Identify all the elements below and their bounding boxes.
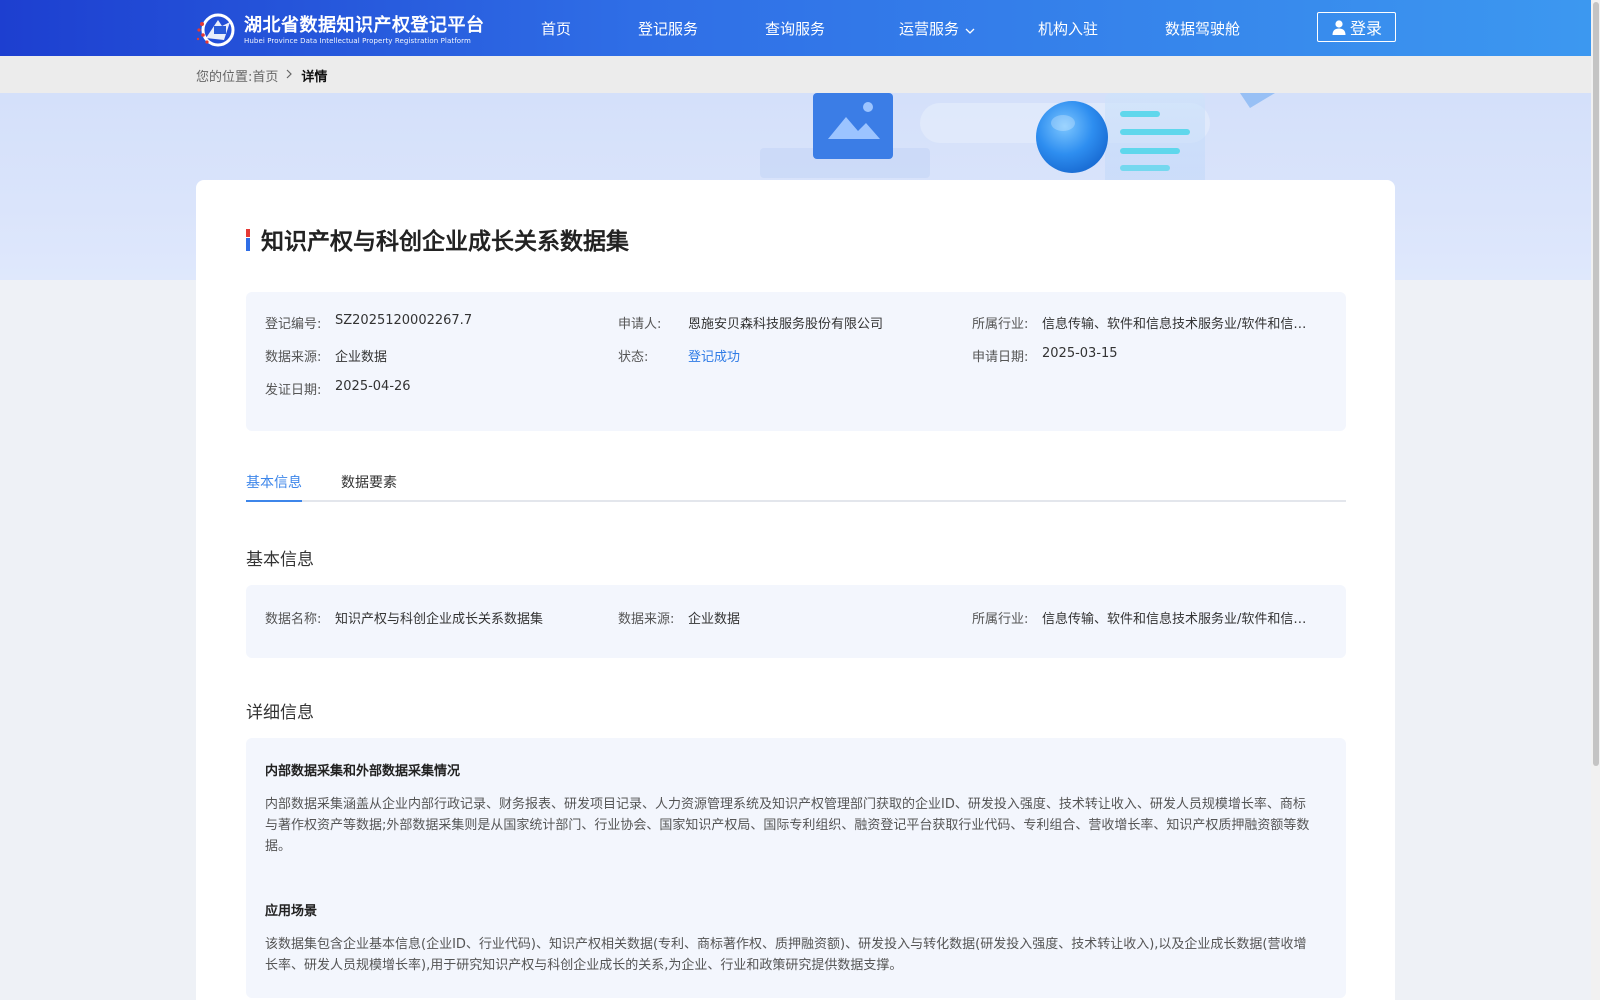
nav-registration-service[interactable]: 登记服务 (638, 18, 698, 39)
summary-source: 数据来源: 企业数据 (265, 346, 595, 365)
login-button[interactable]: 登录 (1317, 12, 1396, 42)
basic-industry-value: 信息传输、软件和信息技术服务业/软件和信息技术服务业 (1042, 612, 1312, 627)
detail-tabs: 基本信息 数据要素 (246, 472, 1346, 502)
logo-emblem-icon (196, 12, 242, 48)
nav-home[interactable]: 首页 (541, 18, 571, 39)
issue-date-value: 2025-04-26 (335, 379, 411, 394)
breadcrumb-current: 详情 (301, 70, 328, 85)
apply-date-label: 申请日期: (972, 350, 1029, 365)
basic-info-heading: 基本信息 (246, 550, 314, 570)
summary-industry: 所属行业: 信息传输、软件和信息技术服务业/软件和信息技术服务业 (972, 313, 1312, 332)
tab-data-elements[interactable]: 数据要素 (341, 472, 397, 502)
applicant-value: 恩施安贝森科技服务股份有限公司 (688, 317, 884, 332)
scrollbar-thumb[interactable] (1593, 2, 1599, 766)
applicant-label: 申请人: (618, 317, 662, 332)
apply-date-value: 2025-03-15 (1042, 346, 1118, 361)
basic-source-value: 企业数据 (688, 612, 741, 627)
data-name-label: 数据名称: (265, 612, 322, 627)
source-value: 企业数据 (335, 350, 388, 365)
registration-summary: 登记编号: SZ2025120002267.7 申请人: 恩施安贝森科技服务股份… (246, 292, 1346, 431)
nav-institution-entry[interactable]: 机构入驻 (1038, 18, 1098, 39)
user-icon (1332, 20, 1346, 35)
basic-data-source: 数据来源: 企业数据 (618, 608, 948, 627)
chevron-right-icon (286, 68, 293, 83)
breadcrumb-prefix: 您的位置: (196, 70, 253, 85)
collection-text: 内部数据采集涵盖从企业内部行政记录、财务报表、研发项目记录、人力资源管理系统及知… (265, 797, 1310, 854)
data-name-value: 知识产权与科创企业成长关系数据集 (335, 612, 544, 627)
source-label: 数据来源: (265, 350, 322, 365)
platform-logo[interactable]: 湖北省数据知识产权登记平台 Hubei Province Data Intell… (196, 12, 485, 48)
summary-issue-date: 发证日期: 2025-04-26 (265, 379, 595, 398)
basic-data-name: 数据名称: 知识产权与科创企业成长关系数据集 (265, 608, 595, 627)
breadcrumb: 您的位置: 首页 详情 (196, 66, 327, 85)
page-title: 知识产权与科创企业成长关系数据集 (261, 229, 629, 255)
basic-source-label: 数据来源: (618, 612, 675, 627)
detail-card: 知识产权与科创企业成长关系数据集 登记编号: SZ2025120002267.7… (196, 180, 1395, 1000)
basic-info-panel: 数据名称: 知识产权与科创企业成长关系数据集 数据来源: 企业数据 所属行业: … (246, 585, 1346, 658)
title-accent-mark (246, 229, 250, 251)
industry-value: 信息传输、软件和信息技术服务业/软件和信息技术服务业 (1042, 317, 1312, 332)
basic-industry-label: 所属行业: (972, 612, 1029, 627)
summary-apply-date: 申请日期: 2025-03-15 (972, 346, 1312, 365)
nav-data-cockpit[interactable]: 数据驾驶舱 (1165, 18, 1240, 39)
detail-info-heading: 详细信息 (246, 703, 314, 723)
page-scrollbar[interactable] (1591, 0, 1600, 1000)
tab-basic-info[interactable]: 基本信息 (246, 472, 302, 502)
issue-date-label: 发证日期: (265, 383, 322, 398)
logo-title: 湖北省数据知识产权登记平台 (244, 14, 485, 36)
industry-label: 所属行业: (972, 317, 1029, 332)
nav-operation-service-label: 运营服务 (899, 20, 960, 38)
nav-operation-service[interactable]: 运营服务 (899, 18, 975, 39)
summary-reg-no: 登记编号: SZ2025120002267.7 (265, 313, 595, 332)
logo-subtitle: Hubei Province Data Intellectual Propert… (244, 36, 471, 45)
detail-info-panel: 内部数据采集和外部数据采集情况 内部数据采集涵盖从企业内部行政记录、财务报表、研… (246, 738, 1346, 998)
summary-applicant: 申请人: 恩施安贝森科技服务股份有限公司 (618, 313, 948, 332)
status-label: 状态: (618, 350, 649, 365)
basic-industry: 所属行业: 信息传输、软件和信息技术服务业/软件和信息技术服务业 (972, 608, 1312, 627)
status-badge: 登记成功 (688, 350, 741, 365)
reg-no-value: SZ2025120002267.7 (335, 313, 473, 328)
top-header: 湖北省数据知识产权登记平台 Hubei Province Data Intell… (0, 0, 1591, 56)
scenario-text: 该数据集包含企业基本信息(企业ID、行业代码)、知识产权相关数据(专利、商标著作… (265, 937, 1307, 973)
collection-heading: 内部数据采集和外部数据采集情况 (265, 764, 461, 779)
breadcrumb-home-link[interactable]: 首页 (252, 66, 278, 85)
login-label: 登录 (1349, 19, 1382, 38)
breadcrumb-bar: 您的位置: 首页 详情 (0, 56, 1591, 93)
nav-query-service[interactable]: 查询服务 (765, 18, 825, 39)
scenario-heading: 应用场景 (265, 904, 318, 919)
chevron-down-icon (965, 21, 975, 39)
summary-status: 状态: 登记成功 (618, 346, 948, 365)
reg-no-label: 登记编号: (265, 317, 322, 332)
